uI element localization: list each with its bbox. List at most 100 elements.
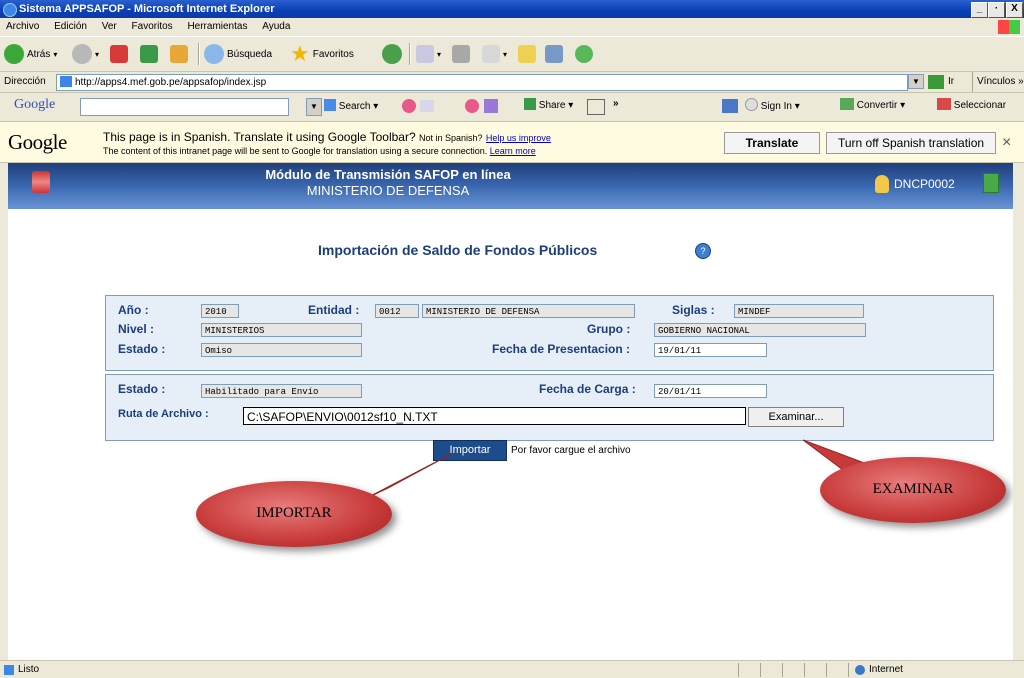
status-text: Listo — [18, 664, 40, 675]
translate-button[interactable]: Translate — [724, 132, 820, 154]
research-icon — [545, 45, 563, 63]
menu-favoritos[interactable]: Favoritos — [126, 18, 179, 36]
google-search-input[interactable] — [80, 98, 289, 116]
importar-callout: IMPORTAR — [196, 481, 392, 547]
go-button[interactable]: Ir — [948, 72, 954, 92]
search-label: Búsqueda — [227, 48, 273, 60]
select-label: Seleccionar — [953, 100, 1007, 111]
go-arrow-icon[interactable] — [928, 75, 944, 89]
select-button[interactable]: Seleccionar — [937, 98, 1006, 111]
links-label: Vínculos — [977, 76, 1016, 87]
vertical-scrollbar[interactable] — [1013, 163, 1024, 660]
menu-ver[interactable]: Ver — [96, 18, 123, 36]
back-label: Atrás — [27, 48, 51, 60]
google-toolbar: Google ▼ Search ▾ Share ▾ » Sign In ▾ Co… — [0, 93, 1024, 122]
share-icon — [524, 98, 536, 110]
page-icon — [60, 76, 72, 87]
google-search-button[interactable]: Search ▾ — [324, 99, 378, 112]
close-translate-icon[interactable]: × — [1002, 134, 1011, 152]
refresh-icon — [140, 45, 158, 63]
window-title: Sistema APPSAFOP - Microsoft Internet Ex… — [19, 3, 275, 15]
stop-icon — [110, 45, 128, 63]
mail-button[interactable]: ▾ — [416, 42, 441, 66]
messenger-icon — [575, 45, 593, 63]
back-button[interactable]: Atrás ▾ — [4, 42, 57, 66]
minimize-button[interactable]: _ — [971, 2, 988, 18]
convert-icon — [840, 98, 854, 110]
history-icon — [382, 44, 402, 64]
menu-ayuda[interactable]: Ayuda — [256, 18, 296, 36]
puzzle-icon[interactable] — [484, 99, 498, 113]
menu-edicion[interactable]: Edición — [48, 18, 93, 36]
select-icon — [937, 98, 951, 110]
google-search-dropdown[interactable]: ▼ — [306, 98, 322, 116]
spell-icon[interactable] — [465, 99, 479, 113]
address-label: Dirección — [4, 76, 46, 87]
more-tools-button[interactable]: » — [613, 98, 619, 109]
zone-text: Internet — [869, 664, 903, 675]
forward-button[interactable]: ▾ — [72, 42, 99, 66]
sidewiki-icon[interactable] — [587, 99, 605, 115]
back-arrow-icon — [4, 44, 24, 64]
research-button[interactable] — [545, 42, 563, 66]
learn-more-link[interactable]: Learn more — [490, 146, 536, 156]
convert-button[interactable]: Convertir ▾ — [840, 98, 905, 111]
menu-archivo[interactable]: Archivo — [0, 18, 45, 36]
links-button[interactable]: Vínculos » — [972, 72, 1024, 92]
print-button[interactable] — [452, 42, 470, 66]
messenger-button[interactable] — [575, 42, 593, 66]
favorites-label: Favoritos — [312, 48, 354, 60]
sign-in-button[interactable]: Sign In ▾ — [745, 98, 800, 112]
sign-in-icon — [745, 98, 758, 111]
examinar-callout: EXAMINAR — [820, 457, 1006, 523]
menu-herramientas[interactable]: Herramientas — [181, 18, 253, 36]
address-bar: Dirección http://apps4.mef.gob.pe/appsaf… — [0, 72, 1024, 93]
windows-logo-icon — [998, 20, 1020, 34]
sign-in-label: Sign In — [760, 101, 792, 112]
folder-button[interactable] — [518, 42, 536, 66]
not-spanish-text: Not in Spanish? — [418, 133, 483, 143]
google-toolbar-logo: Google — [14, 97, 56, 112]
address-dropdown-button[interactable]: ▼ — [908, 74, 924, 89]
home-button[interactable] — [170, 42, 188, 66]
standard-toolbar: Atrás ▾ ▾ Búsqueda ★ Favoritos ▾ ▾ — [0, 37, 1024, 72]
maximize-button[interactable]: · — [988, 2, 1005, 18]
translate-message: This page is in Spanish. Translate it us… — [103, 130, 551, 144]
print-icon — [452, 45, 470, 63]
translate-bar: Google This page is in Spanish. Translat… — [0, 122, 1024, 163]
help-improve-link[interactable]: Help us improve — [486, 133, 551, 143]
ie-logo-icon — [3, 3, 17, 17]
address-input[interactable]: http://apps4.mef.gob.pe/appsafop/index.j… — [56, 74, 908, 91]
translate-disclaimer: The content of this intranet page will b… — [103, 146, 536, 156]
mail-icon — [416, 45, 434, 63]
translate-google-logo: Google — [8, 130, 67, 154]
ie-window: Sistema APPSAFOP - Microsoft Internet Ex… — [0, 0, 1024, 678]
close-window-button[interactable]: X — [1006, 2, 1023, 18]
edit-button[interactable]: ▾ — [482, 42, 507, 66]
chevron-down-icon: ▾ — [53, 49, 58, 59]
title-bar: Sistema APPSAFOP - Microsoft Internet Ex… — [0, 0, 1024, 18]
pagerank-icon[interactable] — [420, 100, 434, 112]
edit-icon — [482, 45, 500, 63]
share-button[interactable]: Share ▾ — [524, 98, 573, 111]
google-g-icon — [324, 99, 336, 111]
search-button[interactable]: Búsqueda — [204, 42, 272, 66]
search-icon — [204, 44, 224, 64]
convert-label: Convertir — [856, 100, 898, 111]
callout-pointers — [362, 439, 885, 501]
chevron-down-icon: ▾ — [95, 49, 100, 59]
stop-button[interactable] — [110, 42, 128, 66]
refresh-button[interactable] — [140, 42, 158, 66]
wrench-icon[interactable] — [722, 99, 738, 113]
history-button[interactable] — [382, 42, 402, 66]
page-content: Módulo de Transmisión SAFOP en línea MIN… — [8, 163, 1014, 660]
home-icon — [170, 45, 188, 63]
internet-zone-icon — [855, 665, 865, 675]
forward-arrow-icon — [72, 44, 92, 64]
importar-pointer — [362, 452, 454, 501]
disclaimer-text: The content of this intranet page will b… — [103, 146, 488, 156]
bookmark-icon[interactable] — [402, 99, 416, 113]
star-icon: ★ — [290, 41, 310, 66]
favorites-button[interactable]: ★ Favoritos — [290, 42, 354, 66]
turn-off-translation-button[interactable]: Turn off Spanish translation — [826, 132, 996, 154]
